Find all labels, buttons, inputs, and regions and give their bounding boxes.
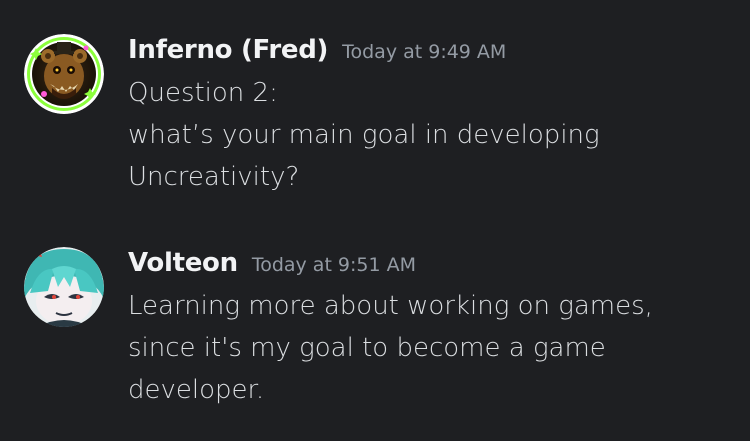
user-avatar[interactable] <box>24 247 104 327</box>
message-line: since it's my goal to become a game <box>128 333 606 363</box>
message-timestamp[interactable]: Today at 9:49 AM <box>342 41 506 63</box>
message-timestamp[interactable]: Today at 9:51 AM <box>252 254 416 276</box>
username[interactable]: Volteon <box>128 248 238 278</box>
message-line: Uncreativity? <box>128 162 300 192</box>
username[interactable]: Inferno (Fred) <box>128 35 328 65</box>
message-line: developer. <box>128 375 265 405</box>
message-line: Question 2: <box>128 78 278 108</box>
user-avatar[interactable] <box>24 34 104 114</box>
teal-hair-character-avatar-icon <box>24 247 104 327</box>
message-line: Learning more about working on games, <box>128 291 653 321</box>
message-content: Learning more about working on games, si… <box>128 285 728 411</box>
message-header: Volteon Today at 9:51 AM <box>128 243 416 283</box>
message-header: Inferno (Fred) Today at 9:49 AM <box>128 30 506 70</box>
animatronic-bear-avatar-icon <box>24 34 104 114</box>
message-line: what’s your main goal in developing <box>128 120 600 150</box>
message-content: Question 2: what’s your main goal in dev… <box>128 72 728 198</box>
